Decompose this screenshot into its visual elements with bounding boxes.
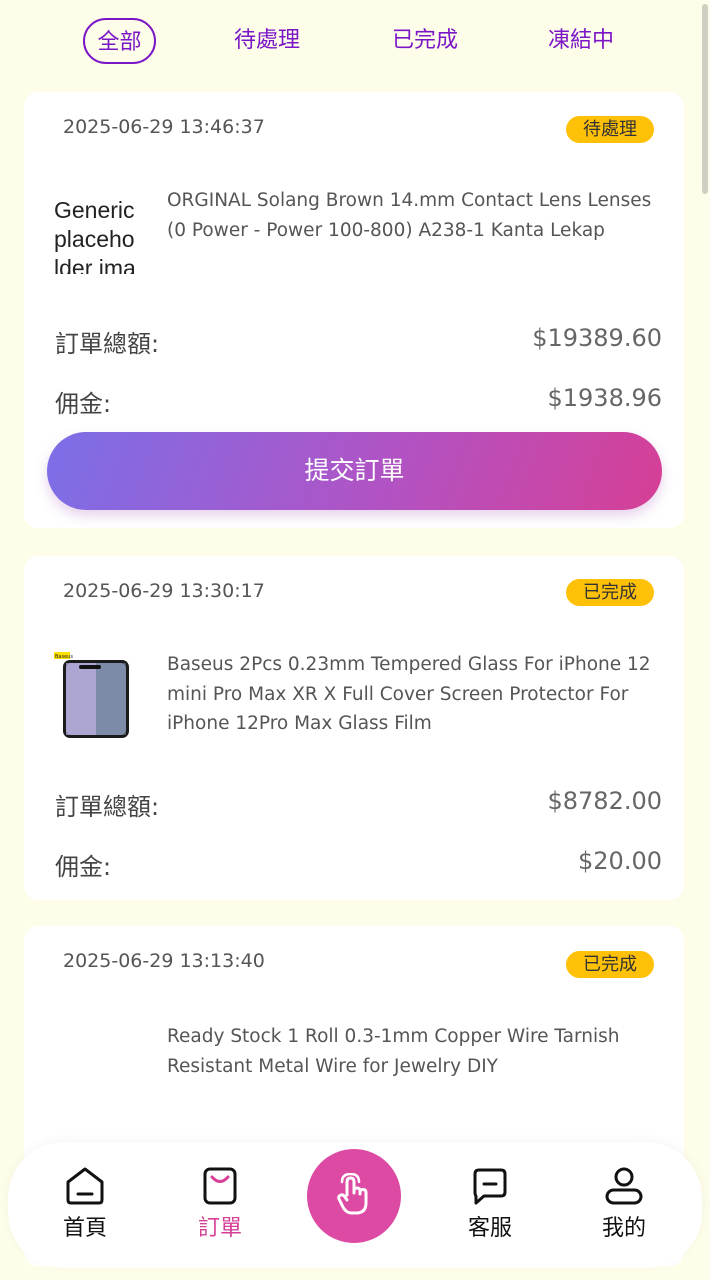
nav-mine-label: 我的 <box>601 1216 646 1241</box>
order-filter-tabs: 全部 待處理 已完成 凍結中 <box>0 0 710 80</box>
nav-home[interactable]: 首頁 <box>35 1166 135 1242</box>
order-card: 2025-06-29 13:30:17 已完成 Baseus Baseus 2P… <box>24 556 684 900</box>
order-time: 2025-06-29 13:13:40 <box>63 950 265 972</box>
order-total-label: 訂單總額: <box>55 793 160 821</box>
commission-label: 佣金: <box>55 853 112 881</box>
tab-all[interactable]: 全部 <box>83 18 156 64</box>
chat-icon <box>473 1168 507 1205</box>
nav-orders-label: 訂單 <box>197 1216 242 1241</box>
nav-orders[interactable]: 訂單 <box>170 1166 270 1242</box>
status-badge: 已完成 <box>566 579 654 606</box>
commission-value: $1938.96 <box>547 384 662 412</box>
hand-tap-icon <box>337 1173 368 1215</box>
status-badge: 待處理 <box>566 116 654 143</box>
product-name[interactable]: Ready Stock 1 Roll 0.3-1mm Copper Wire T… <box>167 1022 657 1081</box>
product-name[interactable]: Baseus 2Pcs 0.23mm Tempered Glass For iP… <box>167 650 657 739</box>
order-total-row: 訂單總額: $8782.00 <box>55 787 662 823</box>
order-time: 2025-06-29 13:46:37 <box>63 116 265 138</box>
order-time: 2025-06-29 13:30:17 <box>63 580 265 602</box>
nav-service-label: 客服 <box>467 1216 512 1241</box>
commission-value: $20.00 <box>578 847 662 875</box>
order-card: 2025-06-29 13:46:37 待處理 Generic placehol… <box>24 92 684 528</box>
shopping-bag-icon <box>203 1167 237 1205</box>
grab-order-button[interactable] <box>307 1149 401 1243</box>
home-icon <box>66 1167 104 1205</box>
user-icon <box>605 1167 643 1205</box>
nav-mine[interactable]: 我的 <box>574 1166 674 1242</box>
order-total-value: $19389.60 <box>532 324 662 352</box>
tab-pending[interactable]: 待處理 <box>222 18 312 64</box>
product-image[interactable]: Baseus <box>54 652 144 742</box>
tab-completed[interactable]: 已完成 <box>380 18 470 64</box>
order-total-value: $8782.00 <box>547 787 662 815</box>
brand-tag: Baseus <box>55 654 73 660</box>
order-total-label: 訂單總額: <box>55 330 160 358</box>
commission-row: 佣金: $1938.96 <box>55 384 662 420</box>
product-image[interactable]: Generic placeholder image <box>54 196 144 286</box>
commission-row: 佣金: $20.00 <box>55 847 662 883</box>
image-alt-text: Generic placeholder image <box>54 197 136 274</box>
order-total-row: 訂單總額: $19389.60 <box>55 324 662 360</box>
product-name[interactable]: ORGINAL Solang Brown 14.mm Contact Lens … <box>167 186 657 245</box>
status-badge: 已完成 <box>566 951 654 978</box>
scrollbar[interactable] <box>702 4 708 194</box>
submit-order-button[interactable]: 提交訂單 <box>47 432 662 510</box>
commission-label: 佣金: <box>55 390 112 418</box>
nav-service[interactable]: 客服 <box>440 1166 540 1242</box>
tab-frozen[interactable]: 凍結中 <box>536 18 626 64</box>
screen-protector-image: Baseus <box>54 652 129 738</box>
nav-home-label: 首頁 <box>62 1216 107 1241</box>
